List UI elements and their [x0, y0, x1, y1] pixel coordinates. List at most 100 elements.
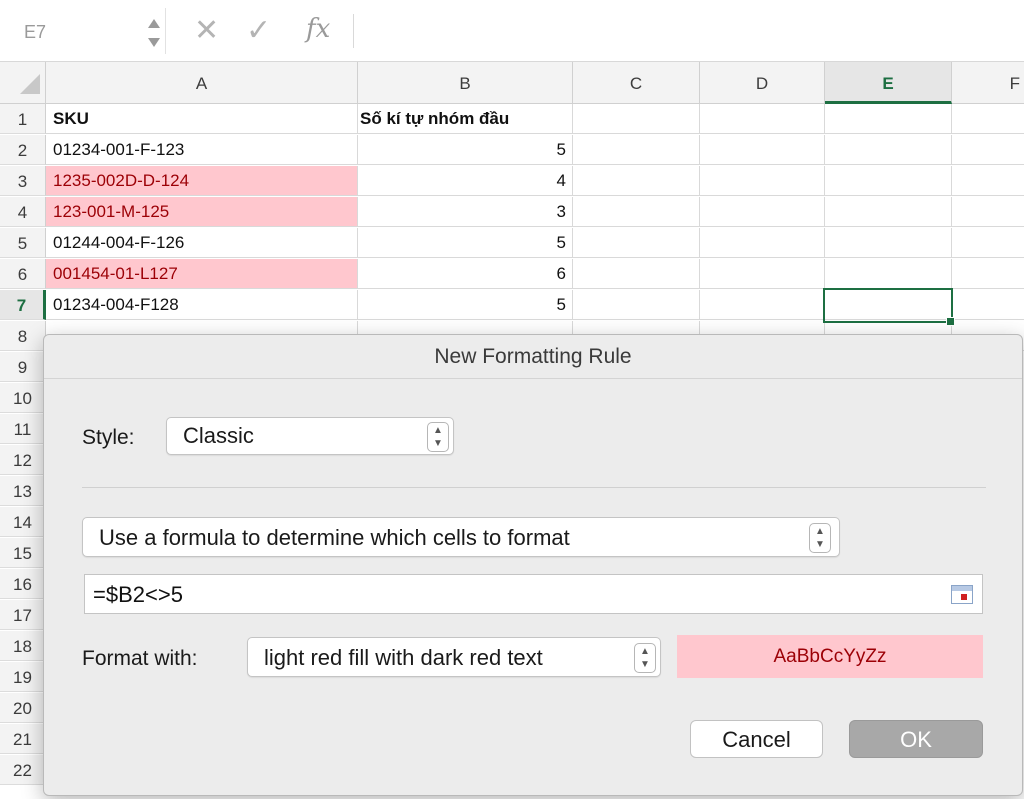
row-header[interactable]: 12 [0, 445, 46, 475]
formula-rule-input[interactable]: =$B2<>5 [84, 574, 983, 614]
ok-button[interactable]: OK [849, 720, 983, 758]
formula-bar: E7 ✕ ✓ fx [0, 0, 1024, 62]
cell-c1[interactable] [573, 104, 700, 134]
cell-f6[interactable] [952, 259, 1024, 289]
style-select[interactable]: Classic ▲ ▼ [166, 417, 454, 455]
column-header-d[interactable]: D [700, 62, 825, 104]
cell-e1[interactable] [825, 104, 952, 134]
row-header[interactable]: 2 [0, 135, 46, 165]
row-header[interactable]: 15 [0, 538, 46, 568]
cell-a6[interactable]: 001454-01-L127 [46, 259, 358, 289]
range-select-icon[interactable] [951, 585, 973, 604]
cell-e6[interactable] [825, 259, 952, 289]
cell-f1[interactable] [952, 104, 1024, 134]
cell-f5[interactable] [952, 228, 1024, 258]
cell-d2[interactable] [700, 135, 825, 165]
row-header[interactable]: 8 [0, 321, 46, 351]
cell-f2[interactable] [952, 135, 1024, 165]
cell-c7[interactable] [573, 290, 700, 320]
select-all-corner[interactable] [0, 62, 46, 104]
formula-rule-value: =$B2<>5 [93, 582, 183, 607]
row-header[interactable]: 13 [0, 476, 46, 506]
cell-b1[interactable]: Số kí tự nhóm đầu [358, 104, 573, 134]
cell-d6[interactable] [700, 259, 825, 289]
cell-f7[interactable] [952, 290, 1024, 320]
row-header[interactable]: 20 [0, 693, 46, 723]
cell-a2[interactable]: 01234-001-F-123 [46, 135, 358, 165]
cell-a5[interactable]: 01244-004-F-126 [46, 228, 358, 258]
row-header[interactable]: 10 [0, 383, 46, 413]
column-header-c[interactable]: C [573, 62, 700, 104]
cell-e4[interactable] [825, 197, 952, 227]
cell-c6[interactable] [573, 259, 700, 289]
enter-icon[interactable]: ✓ [246, 13, 271, 48]
row-header[interactable]: 16 [0, 569, 46, 599]
row-header[interactable]: 21 [0, 724, 46, 754]
row-header[interactable]: 17 [0, 600, 46, 630]
cell-c2[interactable] [573, 135, 700, 165]
cell-b4[interactable]: 3 [358, 197, 573, 227]
cancel-button[interactable]: Cancel [690, 720, 823, 758]
format-with-label: Format with: [82, 647, 198, 670]
row-header[interactable]: 14 [0, 507, 46, 537]
cell-a3[interactable]: 1235-002D-D-124 [46, 166, 358, 196]
cell-b5[interactable]: 5 [358, 228, 573, 258]
cell-b6[interactable]: 6 [358, 259, 573, 289]
row-header[interactable]: 1 [0, 104, 46, 134]
format-with-select[interactable]: light red fill with dark red text ▲ ▼ [247, 637, 661, 677]
new-formatting-rule-dialog: New Formatting Rule Style: Classic ▲ ▼ Us… [43, 334, 1023, 796]
section-divider [82, 487, 986, 488]
row-header[interactable]: 18 [0, 631, 46, 661]
cell-c3[interactable] [573, 166, 700, 196]
cell-a4[interactable]: 123-001-M-125 [46, 197, 358, 227]
excel-window: E7 ✕ ✓ fx A B C D E F 1 2 3 4 5 6 7 8 9 … [0, 0, 1024, 799]
active-cell-outline[interactable] [823, 288, 953, 323]
formula-input[interactable] [370, 8, 1010, 54]
cell-f3[interactable] [952, 166, 1024, 196]
format-preview: AaBbCcYyZz [677, 635, 983, 678]
cell-b7[interactable]: 5 [358, 290, 573, 320]
popup-arrows-icon: ▲ ▼ [634, 643, 656, 673]
cell-e5[interactable] [825, 228, 952, 258]
cell-e2[interactable] [825, 135, 952, 165]
name-box[interactable]: E7 [6, 8, 166, 54]
fx-icon[interactable]: fx [306, 14, 330, 44]
stepper-icon[interactable] [146, 16, 162, 50]
row-header[interactable]: 3 [0, 166, 46, 196]
cell-d5[interactable] [700, 228, 825, 258]
fill-handle[interactable] [946, 317, 955, 326]
cell-c4[interactable] [573, 197, 700, 227]
row-header[interactable]: 19 [0, 662, 46, 692]
row-header-active[interactable]: 7 [0, 290, 46, 320]
dialog-title: New Formatting Rule [44, 335, 1022, 379]
cell-b2[interactable]: 5 [358, 135, 573, 165]
cancel-icon[interactable]: ✕ [194, 13, 219, 48]
cell-b3[interactable]: 4 [358, 166, 573, 196]
cell-d1[interactable] [700, 104, 825, 134]
cell-a7[interactable]: 01234-004-F128 [46, 290, 358, 320]
row-header[interactable]: 11 [0, 414, 46, 444]
name-box-value: E7 [24, 22, 47, 42]
cell-d4[interactable] [700, 197, 825, 227]
cell-d3[interactable] [700, 166, 825, 196]
cell-d7[interactable] [700, 290, 825, 320]
cell-c5[interactable] [573, 228, 700, 258]
column-header-bar: A B C D E F [0, 62, 1024, 104]
column-header-e[interactable]: E [825, 62, 952, 104]
style-select-value: Classic [183, 423, 254, 448]
column-header-a[interactable]: A [46, 62, 358, 104]
format-with-select-value: light red fill with dark red text [264, 645, 543, 670]
row-header[interactable]: 4 [0, 197, 46, 227]
cell-f4[interactable] [952, 197, 1024, 227]
popup-arrows-icon: ▲ ▼ [809, 523, 831, 553]
cell-a1[interactable]: SKU [46, 104, 358, 134]
row-header[interactable]: 22 [0, 755, 46, 785]
row-header[interactable]: 9 [0, 352, 46, 382]
cell-e3[interactable] [825, 166, 952, 196]
row-header[interactable]: 5 [0, 228, 46, 258]
formula-tools: ✕ ✓ fx [180, 8, 360, 54]
column-header-f[interactable]: F [952, 62, 1024, 104]
rule-type-select[interactable]: Use a formula to determine which cells t… [82, 517, 840, 557]
column-header-b[interactable]: B [358, 62, 573, 104]
row-header[interactable]: 6 [0, 259, 46, 289]
